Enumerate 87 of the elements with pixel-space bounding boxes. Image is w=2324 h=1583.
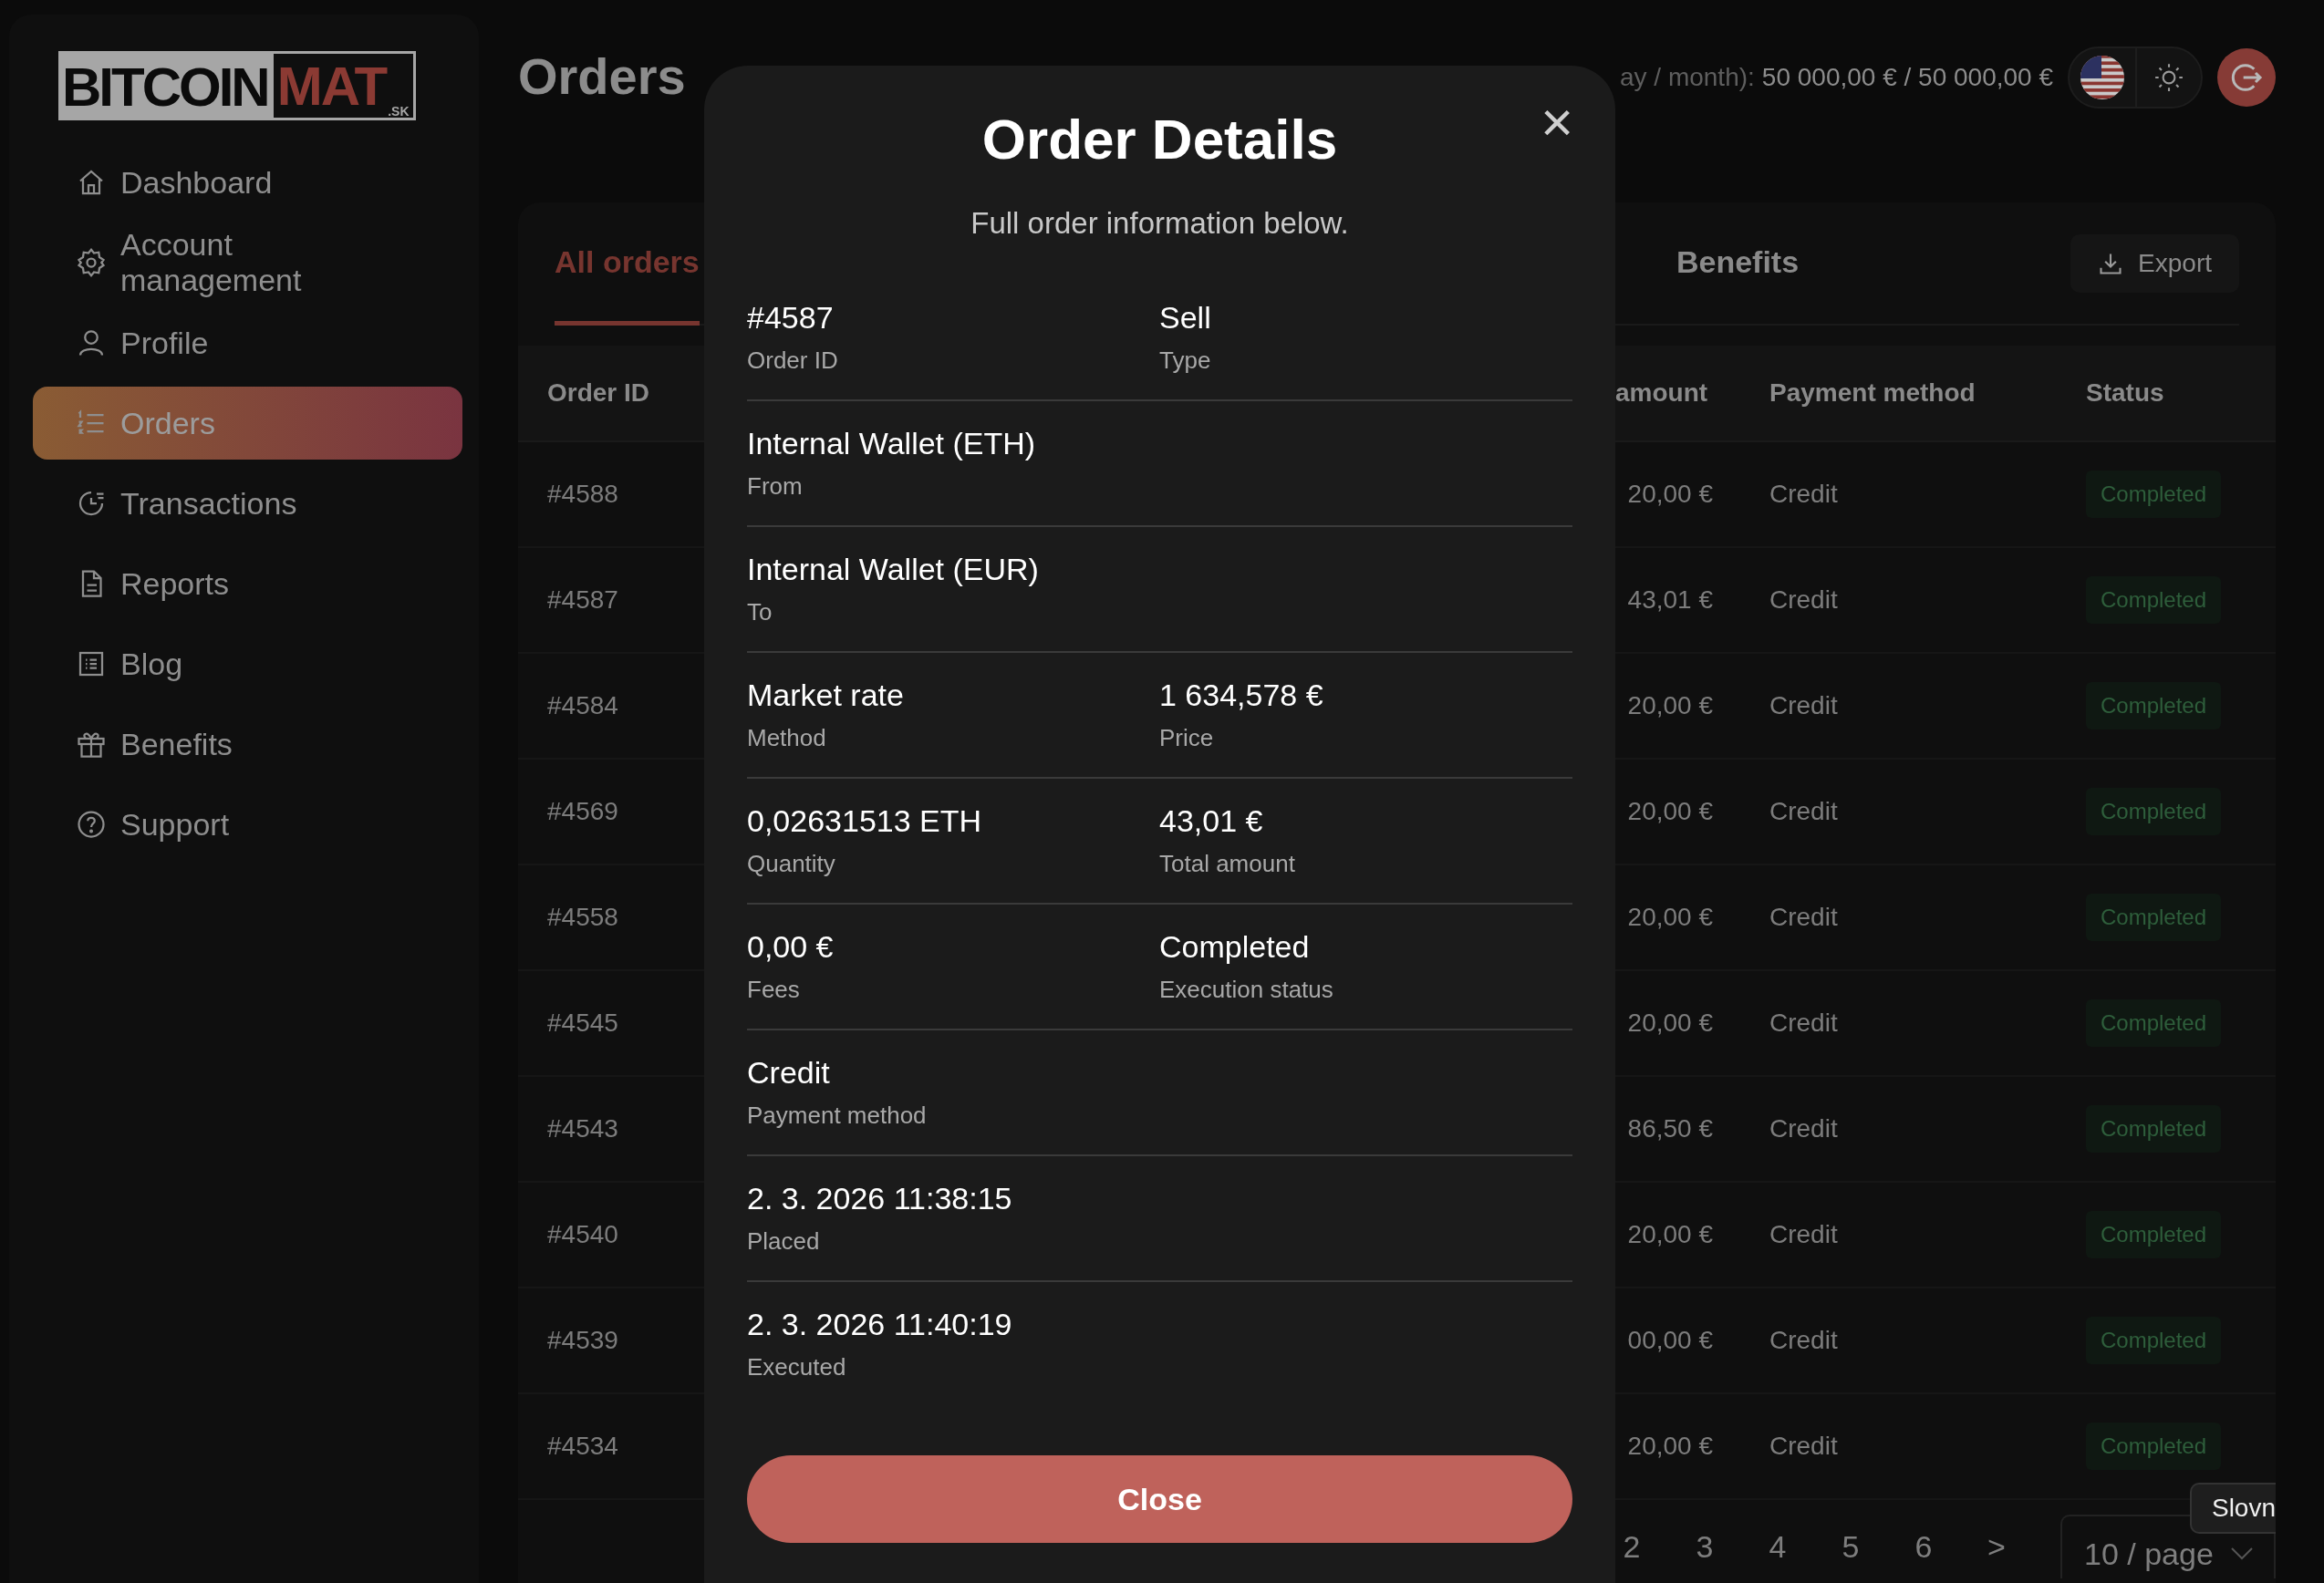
table-cell: Credit [1724, 1183, 2057, 1288]
field-label: Method [747, 724, 827, 752]
page-link[interactable]: 6 [1887, 1528, 1960, 1565]
table-cell: #4558 [518, 865, 702, 971]
status-badge: Completed [2086, 1105, 2222, 1153]
table-cell: Credit [1724, 971, 2057, 1077]
sidebar-item[interactable]: Support [33, 788, 462, 861]
table-cell: #4543 [518, 1077, 702, 1183]
field-label: Type [1159, 347, 1212, 375]
tooltip: Slovn [2189, 1483, 2276, 1534]
field-label: Order ID [747, 347, 839, 375]
field-value: Internal Wallet (EUR) [747, 552, 1040, 587]
sidebar-item[interactable]: Blog [33, 627, 462, 700]
sidebar-item[interactable]: Dashboard [33, 146, 462, 219]
field-value: 0,02631513 ETH [747, 803, 983, 839]
table-cell: #4540 [518, 1183, 702, 1288]
field-value: Credit [747, 1055, 831, 1091]
sidebar-item[interactable]: Account management [33, 226, 462, 299]
table-cell: #4587 [518, 548, 702, 654]
column-header: Order ID [518, 346, 702, 442]
table-cell: #4569 [518, 760, 702, 865]
field-label: To [747, 598, 773, 626]
table-cell: #4584 [518, 654, 702, 760]
chevron-down-icon [2230, 1547, 2254, 1561]
table-cell: Credit [1724, 865, 2057, 971]
status-badge: Completed [2086, 999, 2222, 1047]
field-value: 1 634,578 € [1159, 678, 1324, 713]
field-label: Quantity [747, 850, 836, 878]
status-badge: Completed [2086, 682, 2222, 729]
field-value: Market rate [747, 678, 905, 713]
export-button[interactable]: Export [2070, 233, 2239, 293]
sidebar-item[interactable]: Profile [33, 306, 462, 379]
field-label: Total amount [1159, 850, 1296, 878]
table-cell: Credit [1724, 760, 2057, 865]
tab[interactable]: Benefits [1676, 202, 1800, 326]
table-cell: Credit [1724, 1394, 2057, 1500]
field-label: Placed [747, 1227, 821, 1256]
table-cell: Credit [1724, 654, 2057, 760]
field-label: Fees [747, 976, 801, 1004]
table-cell: #4539 [518, 1288, 702, 1394]
field-value: Sell [1159, 300, 1212, 336]
field-label: Payment method [747, 1102, 928, 1130]
field-label: Executed [747, 1353, 847, 1381]
limit-label: ay / month): [1620, 63, 1755, 92]
table-cell: #4588 [518, 442, 702, 548]
status-badge: Completed [2086, 471, 2222, 518]
field-label: Price [1159, 724, 1215, 752]
field-value: Internal Wallet (ETH) [747, 426, 1037, 461]
status-badge: Completed [2086, 788, 2222, 835]
column-header: Status [2057, 346, 2276, 442]
field-label: From [747, 472, 804, 501]
sidebar-item[interactable]: Benefits [33, 708, 462, 781]
status-badge: Completed [2086, 576, 2222, 624]
sidebar-item[interactable]: Transactions [33, 467, 462, 540]
field-value: 43,01 € [1159, 803, 1264, 839]
table-cell: Credit [1724, 1288, 2057, 1394]
field-value: #4587 [747, 300, 835, 336]
field-value: 2. 3. 2026 11:40:19 [747, 1307, 1013, 1342]
field-value: Completed [1159, 929, 1311, 965]
page-link[interactable]: 4 [1741, 1528, 1814, 1565]
table-cell: Credit [1724, 548, 2057, 654]
status-badge: Completed [2086, 894, 2222, 941]
table-cell: Credit [1724, 1077, 2057, 1183]
page-link[interactable]: 5 [1814, 1528, 1887, 1565]
table-cell: #4545 [518, 971, 702, 1077]
table-cell: #4534 [518, 1394, 702, 1500]
limit-value: 50 000,00 € / 50 000,00 € [1761, 63, 2053, 92]
gear-icon [75, 246, 108, 279]
page-link[interactable]: 3 [1668, 1528, 1741, 1565]
status-badge: Completed [2086, 1317, 2222, 1364]
page-link[interactable]: 2 [1595, 1528, 1668, 1565]
page-title: Orders [518, 46, 686, 106]
field-value: 0,00 € [747, 929, 835, 965]
close-button[interactable]: × [1539, 104, 1575, 140]
sidebar-item[interactable]: Reports [33, 547, 462, 620]
next-page-button[interactable]: > [1960, 1528, 2033, 1565]
field-value: 2. 3. 2026 11:38:15 [747, 1181, 1013, 1216]
column-header: Payment method [1724, 346, 2057, 442]
column-header: amount [1615, 346, 1724, 442]
help-icon [75, 808, 108, 841]
status-badge: Completed [2086, 1211, 2222, 1258]
dialog-subtitle: Full order information below. [970, 206, 1350, 241]
close-button[interactable]: Close [747, 1455, 1572, 1543]
dialog-title: Order Details [980, 107, 1339, 171]
field-label: Execution status [1159, 976, 1334, 1004]
status-badge: Completed [2086, 1423, 2222, 1470]
table-cell: Credit [1724, 442, 2057, 548]
